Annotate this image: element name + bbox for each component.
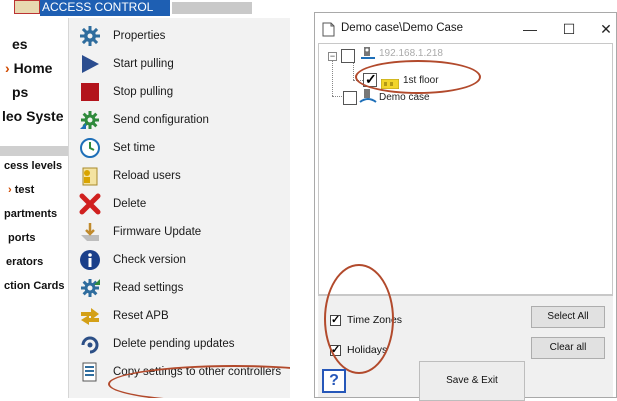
minimize-button[interactable]: — <box>515 19 545 39</box>
app-title-secondary <box>172 2 252 14</box>
options-pane: Time Zones Holidays Select All Clear all… <box>318 264 613 401</box>
tree-item-test[interactable]: › test <box>8 184 34 196</box>
gear-icon <box>77 25 103 47</box>
menu-item-label: Reset APB <box>113 309 169 322</box>
delete-x-icon <box>77 193 103 215</box>
tree-connector <box>332 96 342 97</box>
menu-item-label: Reload users <box>113 169 181 182</box>
left-application-panel: ACCESS CONTROL es › Home ps leo Syste ce… <box>0 0 290 398</box>
maximize-button[interactable]: ☐ <box>554 19 584 39</box>
tree-prefix: › <box>5 60 10 76</box>
menu-item-label: Send configuration <box>113 113 209 126</box>
app-logo <box>14 0 40 14</box>
info-icon <box>77 249 103 271</box>
play-icon <box>77 53 103 75</box>
tree-item-label: test <box>14 184 35 196</box>
help-button[interactable]: ? <box>322 369 346 393</box>
firmware-icon <box>77 221 103 243</box>
tree-item-departments[interactable]: partments <box>4 208 57 220</box>
close-button[interactable]: ✕ <box>591 19 617 39</box>
tree-expander[interactable]: − <box>328 52 337 61</box>
tree-item[interactable]: es <box>12 36 28 52</box>
tree-item-video-system[interactable]: leo Syste <box>2 108 63 124</box>
case-checkbox[interactable] <box>343 91 357 105</box>
menu-item-send-configuration[interactable]: Send configuration <box>69 106 290 133</box>
navigation-tree: es › Home ps leo Syste cess levels › tes… <box>0 18 70 398</box>
app-title: ACCESS CONTROL <box>40 0 170 16</box>
menu-item-reload-users[interactable]: Reload users <box>69 162 290 189</box>
copy-settings-dialog: Demo case\Demo Case — ☐ ✕ − 192.168.1.21… <box>314 12 617 401</box>
tree-connector <box>353 62 354 80</box>
read-gear-icon <box>77 277 103 299</box>
menu-item-firmware-update[interactable]: Firmware Update <box>69 218 290 245</box>
menu-item-stop-pulling[interactable]: Stop pulling <box>69 78 290 105</box>
case-icon <box>359 88 377 109</box>
stop-icon <box>77 81 103 103</box>
case-label[interactable]: Demo case <box>379 92 430 103</box>
tree-item[interactable]: ps <box>12 84 28 100</box>
users-icon <box>77 165 103 187</box>
dialog-title-bar: Demo case\Demo Case — ☐ ✕ <box>315 13 616 43</box>
copy-settings-icon <box>77 361 103 383</box>
controller-checkbox[interactable] <box>341 49 355 63</box>
pending-icon <box>77 333 103 355</box>
menu-item-label: Stop pulling <box>113 85 174 98</box>
menu-item-label: Delete pending updates <box>113 337 235 350</box>
dialog-title: Demo case\Demo Case <box>341 22 464 34</box>
menu-item-label: Set time <box>113 141 156 154</box>
tree-item-access-cards[interactable]: ction Cards <box>4 280 65 292</box>
menu-item-label: Properties <box>113 29 166 42</box>
menu-item-check-version[interactable]: Check version <box>69 246 290 273</box>
tree-item-access-levels[interactable]: cess levels <box>4 160 62 172</box>
controller-label[interactable]: 192.168.1.218 <box>379 48 443 59</box>
clear-all-button[interactable]: Clear all <box>531 337 605 359</box>
menu-item-delete-pending-updates[interactable]: Delete pending updates <box>69 330 290 357</box>
menu-item-read-settings[interactable]: Read settings <box>69 274 290 301</box>
menu-item-label: Start pulling <box>113 57 174 70</box>
tree-prefix: › <box>8 184 12 196</box>
tree-item-reports[interactable]: ports <box>8 232 36 244</box>
reset-apb-icon <box>77 305 103 327</box>
tree-divider <box>0 146 70 156</box>
menu-item-start-pulling[interactable]: Start pulling <box>69 50 290 77</box>
menu-item-label: Firmware Update <box>113 225 202 238</box>
menu-item-set-time[interactable]: Set time <box>69 134 290 161</box>
tree-item-operators[interactable]: erators <box>6 256 43 268</box>
menu-item-label: Check version <box>113 253 186 266</box>
menu-item-label: Delete <box>113 197 147 210</box>
menu-item-reset-apb[interactable]: Reset APB <box>69 302 290 329</box>
menu-item-label: Read settings <box>113 281 184 294</box>
send-gear-icon <box>77 109 103 131</box>
tree-item-home[interactable]: › Home <box>5 60 52 76</box>
tree-item-label: Home <box>13 60 53 76</box>
select-all-button[interactable]: Select All <box>531 306 605 328</box>
save-exit-button[interactable]: Save & Exit <box>419 361 525 401</box>
menu-item-properties[interactable]: Properties <box>69 22 290 49</box>
app-title-strip: ACCESS CONTROL <box>0 0 290 18</box>
clock-icon <box>77 137 103 159</box>
controller-tree: − 192.168.1.218 1st floor Demo case <box>318 43 613 295</box>
menu-item-delete[interactable]: Delete <box>69 190 290 217</box>
annotation-oval-options <box>324 264 394 374</box>
document-icon <box>322 22 335 42</box>
context-menu: Properties Start pulling Stop pulling Se… <box>68 18 290 398</box>
tree-connector <box>332 58 333 96</box>
